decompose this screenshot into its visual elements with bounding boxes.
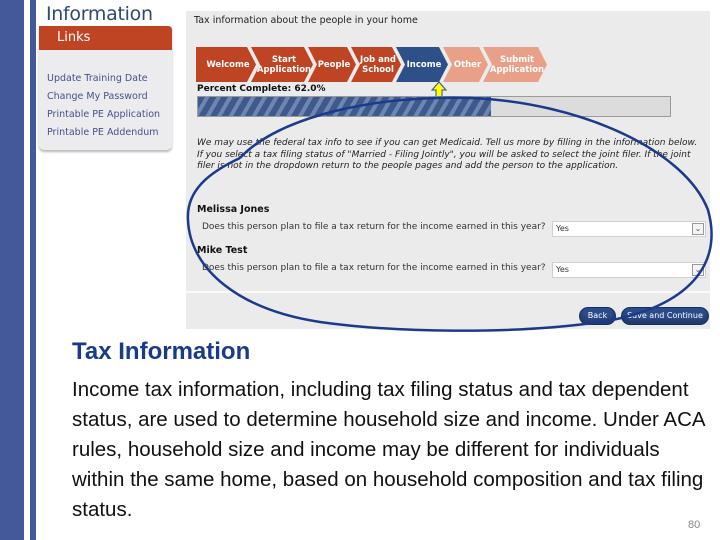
person-name: Melissa Jones — [197, 204, 270, 215]
tax-return-select[interactable]: Yes ⌄ — [552, 262, 706, 278]
links-header: Links — [39, 26, 172, 50]
link-update-training-date[interactable]: Update Training Date — [47, 70, 160, 88]
back-button[interactable]: Back — [579, 307, 616, 325]
step-submit-application[interactable]: Submit Application — [483, 47, 547, 82]
panel-divider — [186, 291, 710, 293]
progress-bar-fill — [198, 97, 491, 116]
slide-body: Income tax information, including tax fi… — [72, 378, 705, 521]
link-printable-pe-addendum[interactable]: Printable PE Addendum — [47, 124, 160, 142]
step-job-and-school[interactable]: Job and School — [351, 47, 401, 82]
link-change-password[interactable]: Change My Password — [47, 88, 160, 106]
panel-title: Tax information about the people in your… — [194, 15, 418, 26]
links-list: Update Training Date Change My Password … — [47, 70, 160, 142]
sidebar-title: Information — [46, 3, 153, 25]
link-printable-pe-application[interactable]: Printable PE Application — [47, 106, 160, 124]
tax-info-panel: Tax information about the people in your… — [186, 11, 710, 329]
slide-heading: Tax Information — [72, 338, 251, 365]
links-box: Links Update Training Date Change My Pas… — [39, 26, 172, 150]
step-people[interactable]: People — [308, 47, 356, 82]
tax-return-question: Does this person plan to file a tax retu… — [202, 263, 546, 273]
progress-bar — [197, 96, 671, 117]
intro-text: We may use the federal tax info to see i… — [197, 138, 702, 173]
save-and-continue-button[interactable]: Save and Continue — [621, 307, 709, 325]
intro-line-medicaid: We may use the federal tax info to see i… — [197, 138, 698, 148]
step-start-application[interactable]: Start Application — [251, 47, 313, 82]
percent-complete-label: Percent Complete: 62.0% — [197, 84, 326, 94]
chevron-down-icon[interactable]: ⌄ — [692, 264, 704, 276]
intro-line-joint-filer: If you select a tax filing status of "Ma… — [197, 149, 691, 172]
page-number: 80 — [688, 519, 701, 531]
tax-return-select[interactable]: Yes ⌄ — [552, 221, 706, 237]
step-welcome[interactable]: Welcome — [196, 47, 256, 82]
tax-return-question: Does this person plan to file a tax retu… — [202, 222, 546, 232]
slide-left-stripe — [30, 0, 36, 540]
step-income[interactable]: Income — [396, 47, 448, 82]
person-name: Mike Test — [197, 245, 248, 256]
progress-steps: Welcome Start Application People Job and… — [196, 47, 716, 82]
step-other[interactable]: Other — [443, 47, 488, 82]
chevron-down-icon[interactable]: ⌄ — [692, 223, 704, 235]
slide-left-bar — [0, 0, 24, 540]
